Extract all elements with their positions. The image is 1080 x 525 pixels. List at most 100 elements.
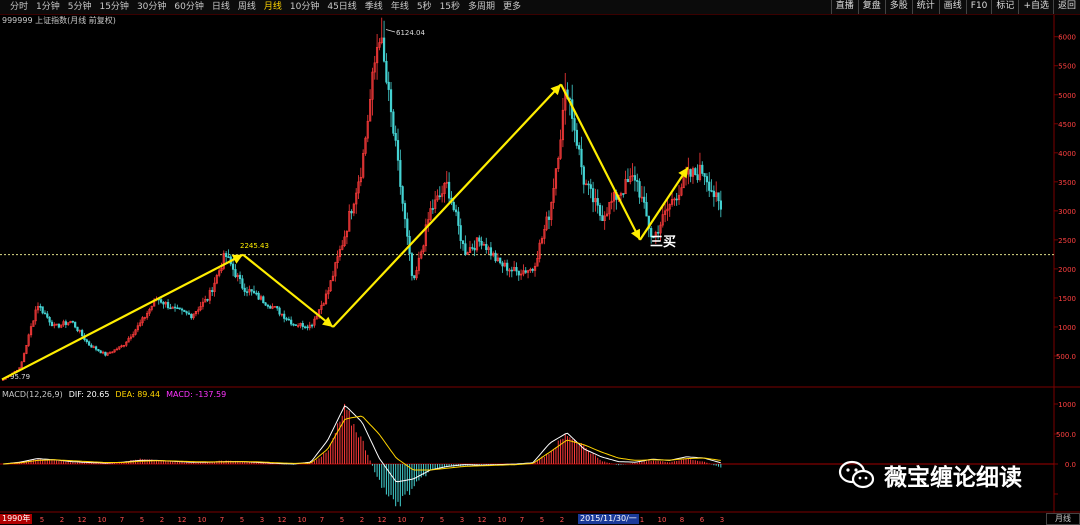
candle-body-32 [76, 326, 79, 332]
x-tick-label-26: 7 [520, 516, 524, 524]
x-tick-label-5: 10 [98, 516, 107, 524]
candle-body-112 [262, 296, 265, 304]
candle-body-110 [257, 292, 260, 300]
candle-body-76 [178, 307, 181, 310]
candle-body-37 [87, 341, 91, 346]
x-tick-label-20: 10 [398, 516, 407, 524]
x-tick-label-25: 10 [498, 516, 507, 524]
x-tick-label-34: 8 [680, 516, 684, 524]
candle-body-124 [290, 319, 293, 325]
candle-body-131 [306, 326, 309, 329]
candle-body-68 [159, 299, 163, 303]
candle-body-199 [464, 243, 467, 255]
period-indicator[interactable]: 月线 [1046, 513, 1080, 525]
trend-arrow-2 [332, 83, 562, 328]
candle-body-77 [180, 308, 184, 311]
price-tick-label-4: 2500 [1058, 237, 1076, 245]
candle-body-20 [48, 317, 51, 323]
macd-tick-label-1: 0.0 [1065, 461, 1076, 469]
candle-body-100 [234, 269, 237, 278]
candle-body-34 [81, 330, 84, 337]
candle-body-214 [499, 257, 502, 264]
x-tick-label-15: 10 [298, 516, 307, 524]
x-tick-label-12: 5 [240, 516, 244, 524]
candle-body-75 [176, 307, 179, 310]
candle-body-90 [211, 290, 214, 292]
candle-body-96 [225, 253, 228, 257]
candle-body-235 [547, 216, 551, 220]
candle-body-174 [406, 218, 409, 237]
candle-body-119 [278, 307, 281, 315]
candle-body-18 [43, 312, 47, 315]
third-buy-label: 三买 [650, 235, 676, 250]
candle-body-99 [231, 263, 235, 270]
candle-body-31 [74, 321, 77, 328]
reference-label: 2245.43 [240, 242, 269, 250]
candle-body-253 [589, 184, 592, 189]
macd-tick-label-3: 1000 [1058, 401, 1076, 409]
price-tick-label-6: 3500 [1058, 179, 1076, 187]
price-tick-label-8: 4500 [1058, 121, 1076, 129]
candle-body-97 [227, 256, 230, 258]
x-tick-label-19: 12 [378, 516, 387, 524]
price-chart[interactable]: 500.0 1000 1500 2000 2500 3000 3500 4000 4500 500… [0, 0, 1080, 525]
candle-body-272 [633, 175, 637, 181]
macd-tick-label-2: 500.0 [1056, 431, 1076, 439]
candle-body-36 [85, 339, 88, 343]
candle-body-252 [587, 183, 590, 186]
price-tick-label-1: 1000 [1058, 324, 1076, 332]
candle-body-221 [515, 267, 518, 272]
candle-body-302 [703, 173, 706, 177]
candle-body-150 [350, 211, 353, 214]
candle-body-42 [99, 350, 102, 354]
candle-body-74 [173, 306, 177, 309]
x-tick-label-21: 7 [420, 516, 424, 524]
price-tick-label-2: 1500 [1058, 295, 1076, 303]
candle-body-299 [696, 174, 699, 181]
x-tick-label-9: 12 [178, 516, 187, 524]
candle-body-203 [473, 247, 476, 251]
candle-body-296 [689, 169, 692, 177]
candle-body-38 [90, 344, 93, 348]
candle-body-16 [39, 306, 42, 308]
dea-line [3, 415, 721, 471]
candle-body-194 [452, 201, 455, 211]
candle-body-290 [675, 198, 678, 201]
start-date-badge: 1990年 [0, 514, 33, 524]
candle-body-277 [645, 202, 648, 217]
candle-body-69 [162, 302, 165, 305]
x-tick-label-36: 3 [720, 516, 724, 524]
candle-body-164 [382, 37, 386, 62]
candle-body-247 [575, 129, 578, 146]
candle-body-165 [385, 60, 388, 83]
x-tick-label-17: 5 [340, 516, 344, 524]
candle-body-301 [701, 164, 704, 174]
candle-body-254 [591, 188, 595, 203]
candle-body-219 [510, 269, 513, 272]
candle-body-21 [50, 321, 54, 327]
candle-body-192 [447, 181, 451, 199]
candle-body-188 [438, 195, 441, 198]
candle-body-273 [636, 179, 639, 182]
x-tick-label-2: 5 [40, 516, 44, 524]
candle-body-123 [287, 318, 290, 321]
candle-body-305 [710, 190, 713, 192]
candle-body-304 [708, 181, 711, 191]
x-tick-label-4: 12 [78, 516, 87, 524]
candle-body-212 [494, 252, 497, 262]
candle-body-103 [241, 278, 244, 289]
candle-body-282 [657, 231, 660, 234]
candle-body-19 [46, 313, 49, 318]
candle-body-80 [187, 312, 191, 315]
candle-body-30 [71, 320, 74, 323]
candle-body-197 [459, 225, 462, 241]
candle-body-81 [190, 314, 193, 319]
candle-body-107 [250, 289, 253, 292]
trend-arrow-0 [1, 253, 244, 381]
x-tick-label-6: 7 [120, 516, 124, 524]
candle-body-250 [582, 166, 585, 185]
candle-body-257 [598, 205, 602, 216]
candle-body-274 [638, 181, 641, 198]
candle-body-196 [457, 211, 460, 226]
candle-body-108 [252, 290, 256, 294]
